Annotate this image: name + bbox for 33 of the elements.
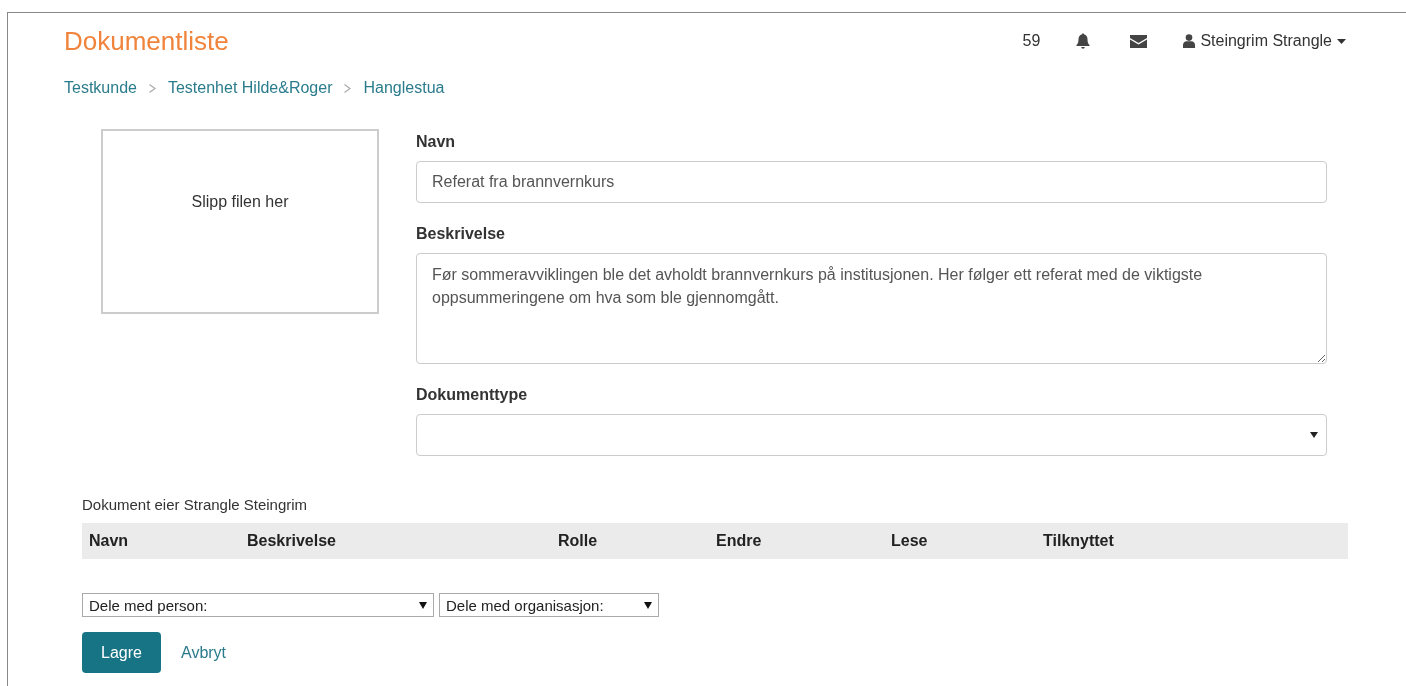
caret-icon xyxy=(419,601,427,609)
description-text-area[interactable]: Før sommeravviklingen ble det avholdt brannvernkurs på institusjonen. Her følger ett referat med de viktigste oppsummeringene om hva som ble gjennomgått. xyxy=(416,253,1327,364)
person-icon xyxy=(1183,34,1196,48)
cancel-link[interactable]: Avbryt xyxy=(181,643,227,662)
column-header: Navn xyxy=(89,532,130,550)
user-menu-button[interactable]: Steingrim Strangle xyxy=(1183,32,1346,50)
chevron-icon xyxy=(148,83,156,93)
drop-zone-label: Slipp filen her xyxy=(191,193,289,212)
field-label: Navn xyxy=(416,133,457,151)
breadcrumb-link[interactable]: Testkunde xyxy=(64,79,137,97)
column-header: Endre xyxy=(716,532,763,550)
column-header: Tilknyttet xyxy=(1043,532,1115,550)
breadcrumb-link[interactable]: Hanglestua xyxy=(363,79,445,97)
column-header: Lese xyxy=(891,532,929,550)
page-title: Dokumentliste xyxy=(64,25,230,57)
file-drop-zone[interactable]: Slipp filen her xyxy=(101,129,379,314)
breadcrumb-link[interactable]: Testenhet Hilde&Roger xyxy=(167,79,333,97)
bell-icon[interactable] xyxy=(1076,33,1091,49)
caret-icon xyxy=(1337,38,1346,44)
column-header: Rolle xyxy=(558,532,599,550)
document-owner-text: Dokument eier Strangle Steingrim xyxy=(82,496,309,513)
caret-icon xyxy=(644,601,652,609)
chevron-icon xyxy=(344,83,352,93)
save-button[interactable]: Lagre xyxy=(82,632,161,673)
share-person-select[interactable]: Dele med person: xyxy=(82,593,434,617)
notification-count[interactable]: 59 xyxy=(1022,32,1041,50)
field-label: Beskrivelse xyxy=(416,225,506,243)
name-input-field[interactable]: Referat fra brannvernkurs xyxy=(416,161,1327,203)
field-label: Dokumenttype xyxy=(416,386,529,404)
envelope-icon[interactable] xyxy=(1130,34,1148,48)
column-header: Beskrivelse xyxy=(247,532,337,550)
share-organisation-select[interactable]: Dele med organisasjon: xyxy=(439,593,659,617)
caret-icon xyxy=(1310,432,1318,438)
